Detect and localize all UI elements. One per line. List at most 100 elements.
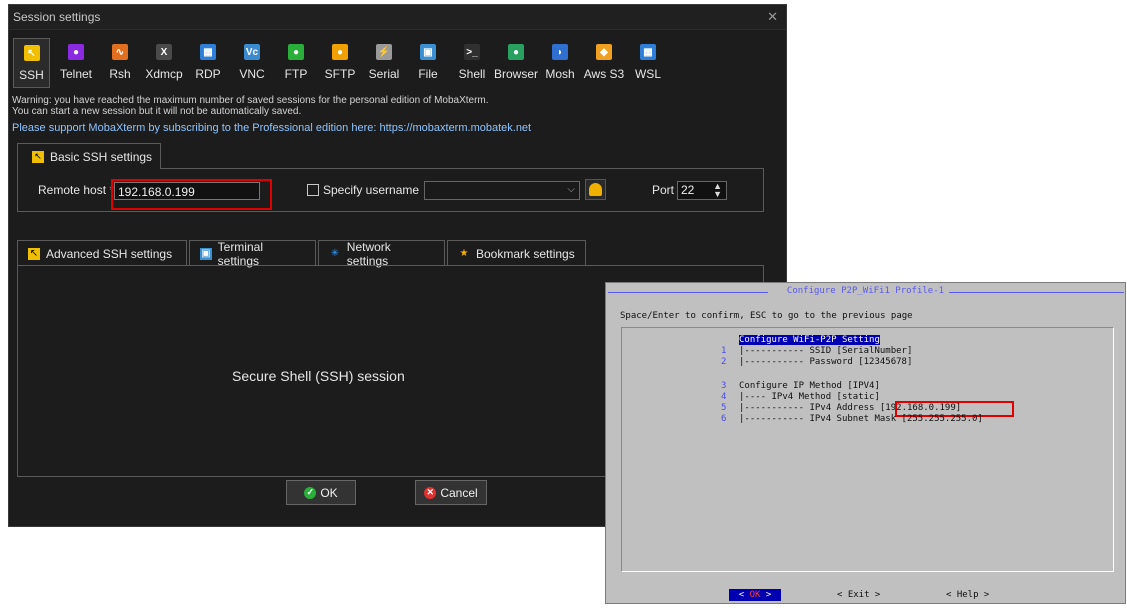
checkbox-box[interactable] [307, 184, 319, 196]
port-value: 22 [681, 183, 695, 197]
menu-heading[interactable]: Configure WiFi-P2P Setting [739, 335, 880, 345]
session-type-label: Rsh [109, 67, 131, 81]
tab-label: Network settings [346, 239, 391, 268]
menu-item-ssid[interactable]: |----------- SSID [SerialNumber] [739, 346, 912, 356]
aws-s3-icon: ◆ [596, 44, 612, 60]
menu-item-num-4: 4 [721, 392, 727, 402]
session-type-label: SSH [19, 68, 44, 82]
session-type-label: RDP [195, 67, 221, 81]
dialog-title: Session settings [13, 10, 101, 24]
terminal-help-button[interactable]: < Help > [946, 590, 989, 600]
spinner-icon[interactable]: ▲ ▼ [713, 182, 722, 199]
ok-text: OK [749, 590, 761, 600]
tab-network-settings[interactable]: ✳ Network settings [318, 239, 445, 268]
ipv4-address-label: |----------- IPv4 Address [739, 403, 880, 413]
session-type-label: Browser [494, 67, 539, 81]
ok-right-bracket: > [765, 590, 772, 600]
session-type-ftp[interactable]: ● FTP [274, 38, 318, 88]
menu-item-num-6: 6 [721, 414, 727, 424]
vnc-icon: Vc [244, 44, 260, 60]
serial-icon: ⚡ [376, 44, 392, 60]
warning-line-2: You can start a new session but it will … [12, 106, 302, 117]
menu-item-password[interactable]: |----------- Password [12345678] [739, 357, 912, 367]
advanced-ssh-icon: ↖ [28, 247, 40, 260]
telnet-icon: ● [68, 44, 84, 60]
support-link[interactable]: Please support MobaXterm by subscribing … [12, 122, 531, 134]
mosh-icon: ◗ [552, 44, 568, 60]
menu-item-num-2: 2 [721, 357, 727, 367]
session-type-vnc[interactable]: Vc VNC [230, 38, 274, 88]
user-manager-button[interactable] [585, 179, 606, 200]
tab-bookmark-settings[interactable]: ★ Bookmark settings [447, 240, 586, 266]
menu-item-num-1: 1 [721, 346, 727, 356]
dialog-titlebar: Session settings ✕ [9, 5, 786, 30]
ftp-icon: ● [288, 44, 304, 60]
xdmcp-icon: X [156, 44, 172, 60]
ok-left-bracket: < [738, 590, 745, 600]
session-type-xdmcp[interactable]: X Xdmcp [142, 38, 186, 88]
session-type-label: Xdmcp [145, 67, 183, 81]
session-type-telnet[interactable]: ● Telnet [54, 38, 98, 88]
session-type-label: Mosh [545, 67, 575, 81]
title-rule-right [949, 292, 1124, 293]
tab-basic-label: Basic SSH settings [50, 149, 153, 164]
remote-host-label: Remote host * [38, 183, 114, 197]
username-select[interactable]: ⌵ [424, 181, 580, 200]
ok-button[interactable]: ✓ OK [286, 480, 356, 505]
specify-username-checkbox[interactable]: Specify username [307, 183, 419, 197]
session-type-label: SFTP [324, 67, 356, 81]
menu-item-ipv4-method[interactable]: |---- IPv4 Method [static] [739, 392, 880, 402]
tab-label: Terminal settings [217, 239, 263, 268]
network-icon: ✳ [330, 248, 340, 259]
tab-advanced-ssh-settings[interactable]: ↖ Advanced SSH settings [17, 240, 187, 266]
ssh-small-icon: ↖ [32, 150, 44, 163]
tab-label: Advanced SSH settings [46, 246, 173, 261]
session-type-aws-s3[interactable]: ◆ Aws S3 [582, 38, 626, 88]
star-icon: ★ [459, 248, 469, 259]
session-type-label: FTP [284, 67, 308, 81]
session-type-browser[interactable]: ● Browser [494, 38, 538, 88]
user-icon [589, 183, 602, 196]
p2p-wifi-config-window: Configure P2P_WiFi1 Profile-1 Space/Ente… [605, 282, 1126, 604]
remote-host-highlight [111, 179, 272, 210]
session-type-ssh[interactable]: ↖ SSH [13, 38, 50, 88]
close-icon[interactable]: ✕ [767, 5, 778, 29]
session-type-mosh[interactable]: ◗ Mosh [538, 38, 582, 88]
session-type-label: File [418, 67, 438, 81]
session-type-serial[interactable]: ⚡ Serial [362, 38, 406, 88]
session-type-rsh[interactable]: ∿ Rsh [98, 38, 142, 88]
terminal-exit-button[interactable]: < Exit > [837, 590, 880, 600]
rdp-icon: ▦ [200, 44, 216, 60]
session-type-label: Serial [368, 67, 400, 81]
chevron-down-icon[interactable]: ⌵ [567, 184, 575, 195]
session-type-label: Aws S3 [583, 67, 625, 81]
wsl-icon: ▦ [640, 44, 656, 60]
menu-item-subnet-mask[interactable]: |----------- IPv4 Subnet Mask [255.255.2… [739, 414, 983, 424]
session-type-sftp[interactable]: ● SFTP [318, 38, 362, 88]
cancel-label: Cancel [440, 485, 478, 500]
session-type-label: Telnet [59, 67, 93, 81]
session-type-shell[interactable]: >_ Shell [450, 38, 494, 88]
session-type-wsl[interactable]: ▦ WSL [626, 38, 670, 88]
menu-item-num-3: 3 [721, 381, 727, 391]
check-icon: ✓ [304, 486, 317, 499]
tab-terminal-settings[interactable]: ▣ Terminal settings [189, 239, 316, 268]
terminal-icon: ▣ [200, 247, 212, 260]
cancel-button[interactable]: ✕ Cancel [415, 480, 487, 505]
session-type-file[interactable]: ▣ File [406, 38, 450, 88]
port-input[interactable]: 22 ▲ ▼ [677, 181, 727, 200]
tab-basic-ssh-settings[interactable]: ↖ Basic SSH settings [17, 143, 161, 169]
cancel-icon: ✕ [424, 486, 437, 499]
session-description: Secure Shell (SSH) session [232, 368, 405, 384]
specify-username-label: Specify username [323, 183, 420, 197]
terminal-hint: Space/Enter to confirm, ESC to go to the… [620, 311, 913, 321]
sftp-icon: ● [332, 44, 348, 60]
remote-host-text: Remote host [38, 183, 107, 197]
ssh-icon: ↖ [23, 45, 40, 61]
advanced-tabs: ↖ Advanced SSH settings ▣ Terminal settings… [17, 239, 588, 268]
session-type-rdp[interactable]: ▦ RDP [186, 38, 230, 88]
menu-item-ip-method[interactable]: Configure IP Method [IPV4] [739, 381, 880, 391]
session-type-label: VNC [239, 67, 265, 81]
terminal-ok-button[interactable]: < OK > [729, 589, 781, 601]
file-icon: ▣ [420, 44, 436, 60]
